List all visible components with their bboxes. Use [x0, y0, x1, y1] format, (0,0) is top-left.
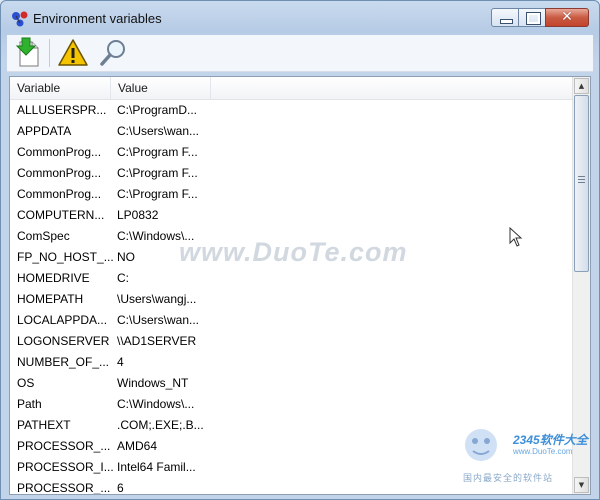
app-molecule-icon: [12, 11, 28, 27]
variable-value-cell: C:\Users\wan...: [117, 313, 200, 327]
variable-name-cell: ComSpec: [17, 229, 70, 243]
table-row[interactable]: LOGONSERVER \\AD1SERVER: [10, 331, 575, 352]
warning-icon: [58, 39, 88, 66]
variable-value-cell: 4: [117, 355, 124, 369]
toolbar: [7, 35, 593, 72]
variable-name-cell: OS: [17, 376, 35, 390]
scroll-up-button[interactable]: ▲: [574, 78, 589, 94]
variable-value-cell: C:\Users\wan...: [117, 124, 200, 138]
variable-name-cell: CommonProg...: [17, 145, 102, 159]
table-row[interactable]: COMPUTERN... LP0832: [10, 205, 575, 226]
download-file-icon: [15, 37, 39, 67]
list-header: Variable Value: [10, 77, 575, 100]
window-controls: ✕: [491, 8, 589, 28]
variable-name-cell: PROCESSOR_...: [17, 439, 111, 453]
scroll-grip-icon: [578, 176, 585, 184]
watermark-brand: 2345软件大全: [513, 433, 588, 447]
close-icon: ✕: [561, 9, 573, 25]
variable-value-cell: C:: [117, 271, 129, 285]
table-row[interactable]: OS Windows_NT: [10, 373, 575, 394]
variable-name-cell: COMPUTERN...: [17, 208, 105, 222]
scroll-thumb[interactable]: [574, 95, 589, 272]
variable-name-cell: Path: [17, 397, 42, 411]
variable-name-cell: CommonProg...: [17, 187, 102, 201]
variable-name-cell: NUMBER_OF_...: [17, 355, 110, 369]
column-header-variable[interactable]: Variable: [10, 77, 111, 99]
title-bar[interactable]: Environment variables ✕: [1, 1, 599, 35]
variable-value-cell: \Users\wangj...: [117, 292, 197, 306]
column-header-value[interactable]: Value: [111, 77, 211, 99]
search-button[interactable]: [97, 37, 129, 69]
toolbar-separator: [49, 39, 50, 67]
table-row[interactable]: Path C:\Windows\...: [10, 394, 575, 415]
table-row[interactable]: CommonProg... C:\Program F...: [10, 163, 575, 184]
variable-value-cell: AMD64: [117, 439, 158, 453]
variable-name-cell: APPDATA: [17, 124, 72, 138]
variable-name-cell: ALLUSERSPR...: [17, 103, 107, 117]
variable-value-cell: Intel64 Famil...: [117, 460, 196, 474]
table-row[interactable]: CommonProg... C:\Program F...: [10, 184, 575, 205]
variable-name-cell: HOMEDRIVE: [17, 271, 90, 285]
app-window: Environment variables ✕ Variable Value A…: [0, 0, 600, 500]
table-row[interactable]: ALLUSERSPR... C:\ProgramD...: [10, 100, 575, 121]
variable-name-cell: PROCESSOR_I...: [17, 460, 113, 474]
window-title: Environment variables: [33, 11, 162, 26]
maximize-icon: [526, 12, 541, 25]
variable-name-cell: PATHEXT: [17, 418, 71, 432]
close-button[interactable]: ✕: [545, 8, 589, 27]
table-row[interactable]: HOMEDRIVE C:: [10, 268, 575, 289]
table-row[interactable]: CommonProg... C:\Program F...: [10, 142, 575, 163]
variable-name-cell: FP_NO_HOST_...: [17, 250, 113, 264]
table-row[interactable]: APPDATA C:\Users\wan...: [10, 121, 575, 142]
variable-value-cell: LP0832: [117, 208, 159, 222]
variable-value-cell: C:\Program F...: [117, 187, 198, 201]
variable-name-cell: LOGONSERVER: [17, 334, 110, 348]
variable-value-cell: \\AD1SERVER: [117, 334, 197, 348]
variable-value-cell: 6: [117, 481, 124, 495]
variable-name-cell: CommonProg...: [17, 166, 102, 180]
mouse-cursor-icon: [509, 227, 523, 247]
watermark-subtitle: 国内最安全的软件站: [463, 473, 554, 483]
variable-name-cell: LOCALAPPDA...: [17, 313, 108, 327]
maximize-button[interactable]: [518, 8, 546, 27]
export-button[interactable]: [11, 37, 43, 69]
variable-value-cell: C:\Program F...: [117, 166, 198, 180]
watermark-url: www.DuoTe.com: [513, 447, 573, 456]
minimize-icon: [500, 19, 513, 24]
watermark-text: www.DuoTe.com: [179, 237, 408, 267]
variable-name-cell: PROCESSOR_...: [17, 481, 111, 495]
variable-value-cell: .COM;.EXE;.B...: [117, 418, 204, 432]
magnifier-icon: [100, 40, 125, 66]
variable-value-cell: C:\Windows\...: [117, 397, 195, 411]
minimize-button[interactable]: [491, 8, 519, 27]
variable-value-cell: C:\Program F...: [117, 145, 198, 159]
table-row[interactable]: LOCALAPPDA... C:\Users\wan...: [10, 310, 575, 331]
table-row[interactable]: HOMEPATH \Users\wangj...: [10, 289, 575, 310]
variable-value-cell: C:\ProgramD...: [117, 103, 198, 117]
warning-button[interactable]: [57, 37, 89, 69]
table-row[interactable]: NUMBER_OF_... 4: [10, 352, 575, 373]
variable-value-cell: Windows_NT: [117, 376, 189, 390]
variable-name-cell: HOMEPATH: [17, 292, 84, 306]
